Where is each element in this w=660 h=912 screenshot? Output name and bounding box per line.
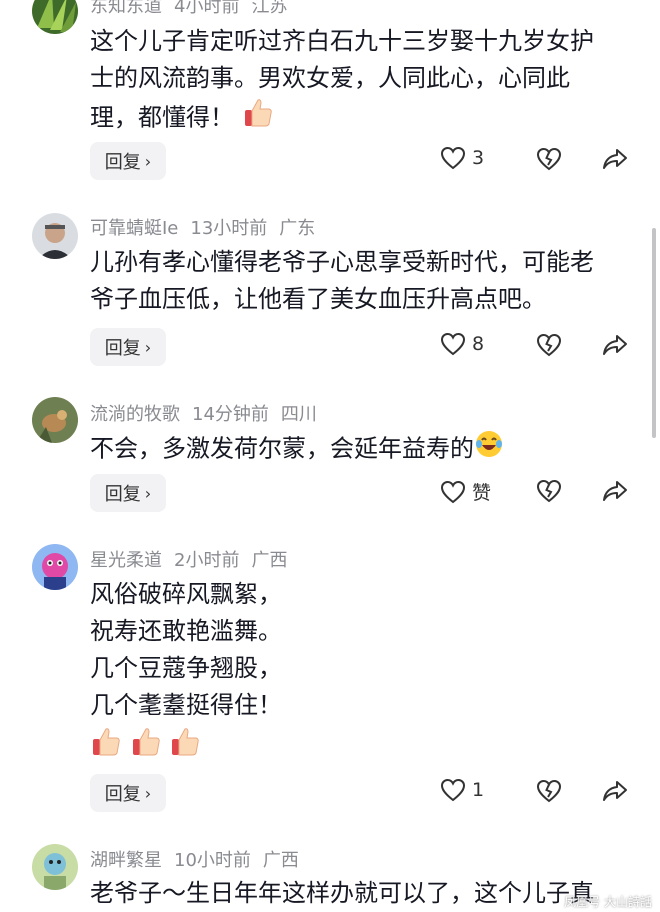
broken-heart-icon <box>536 333 562 357</box>
comment-text: 不会，多激发荷尔蒙，会延年益寿的 <box>90 429 635 470</box>
share-button[interactable] <box>602 779 628 807</box>
reply-button[interactable]: 回复 › <box>90 774 166 812</box>
dislike-button[interactable] <box>536 479 562 507</box>
comment-line-text: 理，都懂得！ <box>90 103 234 132</box>
location: 江苏 <box>251 0 288 17</box>
share-button[interactable] <box>602 147 628 175</box>
chevron-right-icon: › <box>144 783 152 803</box>
reply-button[interactable]: 回复 › <box>90 328 166 366</box>
heart-outline-icon <box>440 146 466 170</box>
like-count: 8 <box>472 333 485 355</box>
avatar[interactable] <box>32 0 78 34</box>
scrollbar[interactable] <box>652 228 656 438</box>
comment-line: 几个豆蔻争翘股， <box>90 654 282 682</box>
location: 四川 <box>280 404 317 425</box>
share-arrow-icon <box>603 781 627 801</box>
heart-outline-icon <box>440 480 466 503</box>
like-button[interactable]: 3 <box>440 146 484 170</box>
username[interactable]: 湖畔繁星 <box>90 850 162 871</box>
location: 广西 <box>262 850 299 871</box>
comment-text: 儿孙有孝心懂得老爷子心思享受新时代，可能老 爷子血压低，让他看了美女血压升高点吧… <box>90 244 635 318</box>
comment-meta: 东知东道 4小时前 江苏 <box>90 0 299 18</box>
reply-label: 回复 <box>104 338 141 359</box>
heart-outline-icon <box>440 332 466 356</box>
chevron-right-icon: › <box>144 151 152 171</box>
like-count: 赞 <box>472 482 492 504</box>
comment-meta: 湖畔繁星 10小时前 广西 <box>90 846 311 872</box>
comment-line: 理，都懂得！ <box>90 97 635 140</box>
dislike-button[interactable] <box>536 147 562 175</box>
laughing-tears-emoji <box>474 429 504 470</box>
comment-meta: 可靠蜻蜓Ie 13小时前 广东 <box>90 214 327 240</box>
comment-line: 不会，多激发荷尔蒙，会延年益寿的 <box>90 429 635 470</box>
timestamp: 10小时前 <box>174 850 251 871</box>
comment-text: 老爷子～生日年年这样办就可以了，这个儿子真 <box>90 875 635 912</box>
comment-line: 几个耄耋挺得住！ <box>90 691 282 719</box>
emoji-row <box>90 726 635 769</box>
username[interactable]: 星光柔道 <box>90 550 162 571</box>
timestamp: 14分钟前 <box>192 404 269 425</box>
timestamp: 2小时前 <box>174 550 240 571</box>
share-arrow-icon <box>603 335 627 355</box>
chevron-right-icon: › <box>144 483 152 503</box>
broken-heart-icon <box>536 479 562 503</box>
comment-actions: 3 <box>440 142 640 180</box>
reply-label: 回复 <box>104 152 141 173</box>
share-button[interactable] <box>602 479 628 507</box>
broken-heart-icon <box>536 147 562 171</box>
reply-button[interactable]: 回复 › <box>90 474 166 512</box>
thumbs-up-emoji <box>169 726 201 769</box>
username[interactable]: 可靠蜻蜓Ie <box>90 218 178 239</box>
username[interactable]: 东知东道 <box>90 0 162 17</box>
heart-outline-icon <box>440 778 466 802</box>
like-button[interactable]: 1 <box>440 778 484 802</box>
like-count: 3 <box>472 147 485 169</box>
like-button[interactable]: 赞 <box>440 478 491 505</box>
comment-line: 这个儿子肯定听过齐白石九十三岁娶十九岁女护 <box>90 27 594 55</box>
comment-line-text: 不会，多激发荷尔蒙，会延年益寿的 <box>90 434 474 463</box>
comment-line: 儿孙有孝心懂得老爷子心思享受新时代，可能老 <box>90 248 594 276</box>
avatar[interactable] <box>32 544 78 590</box>
thumbs-up-emoji <box>242 97 274 140</box>
comment-line: 风俗破碎风飘絮， <box>90 580 282 608</box>
reply-label: 回复 <box>104 484 141 505</box>
timestamp: 13小时前 <box>190 218 268 239</box>
comment-actions: 1 <box>440 774 640 812</box>
comment-text: 这个儿子肯定听过齐白石九十三岁娶十九岁女护 士的风流韵事。男欢女爱，人同此心，心… <box>90 23 635 140</box>
comment-text: 风俗破碎风飘絮， 祝寿还敢艳滥舞。 几个豆蔻争翘股， 几个耄耋挺得住！ <box>90 576 635 769</box>
dislike-button[interactable] <box>536 779 562 807</box>
share-arrow-icon <box>603 481 627 501</box>
dislike-button[interactable] <box>536 333 562 361</box>
broken-heart-icon <box>536 779 562 803</box>
like-button[interactable]: 8 <box>440 332 484 356</box>
location: 广西 <box>251 550 288 571</box>
avatar[interactable] <box>32 213 78 259</box>
comment-meta: 星光柔道 2小时前 广西 <box>90 546 299 572</box>
avatar[interactable] <box>32 844 78 890</box>
comment-line: 老爷子～生日年年这样办就可以了，这个儿子真 <box>90 879 594 907</box>
timestamp: 4小时前 <box>174 0 240 17</box>
reply-label: 回复 <box>104 784 141 805</box>
thumbs-up-emoji <box>130 726 162 769</box>
comment-line: 士的风流韵事。男欢女爱，人同此心，心同此 <box>90 64 570 92</box>
comment-line: 爷子血压低，让他看了美女血压升高点吧。 <box>90 285 546 313</box>
chevron-right-icon: › <box>144 337 152 357</box>
avatar[interactable] <box>32 397 78 443</box>
share-arrow-icon <box>603 149 627 169</box>
reply-button[interactable]: 回复 › <box>90 142 166 180</box>
share-button[interactable] <box>602 333 628 361</box>
watermark: 凤凰号 大山詩話 <box>564 895 652 909</box>
comment-actions: 8 <box>440 328 640 366</box>
comment-meta: 流淌的牧歌 14分钟前 四川 <box>90 400 329 426</box>
like-count: 1 <box>472 779 485 801</box>
comment-line: 祝寿还敢艳滥舞。 <box>90 617 282 645</box>
comment-actions: 赞 <box>440 474 640 512</box>
thumbs-up-emoji <box>90 726 122 769</box>
location: 广东 <box>279 218 316 239</box>
username[interactable]: 流淌的牧歌 <box>90 404 180 425</box>
